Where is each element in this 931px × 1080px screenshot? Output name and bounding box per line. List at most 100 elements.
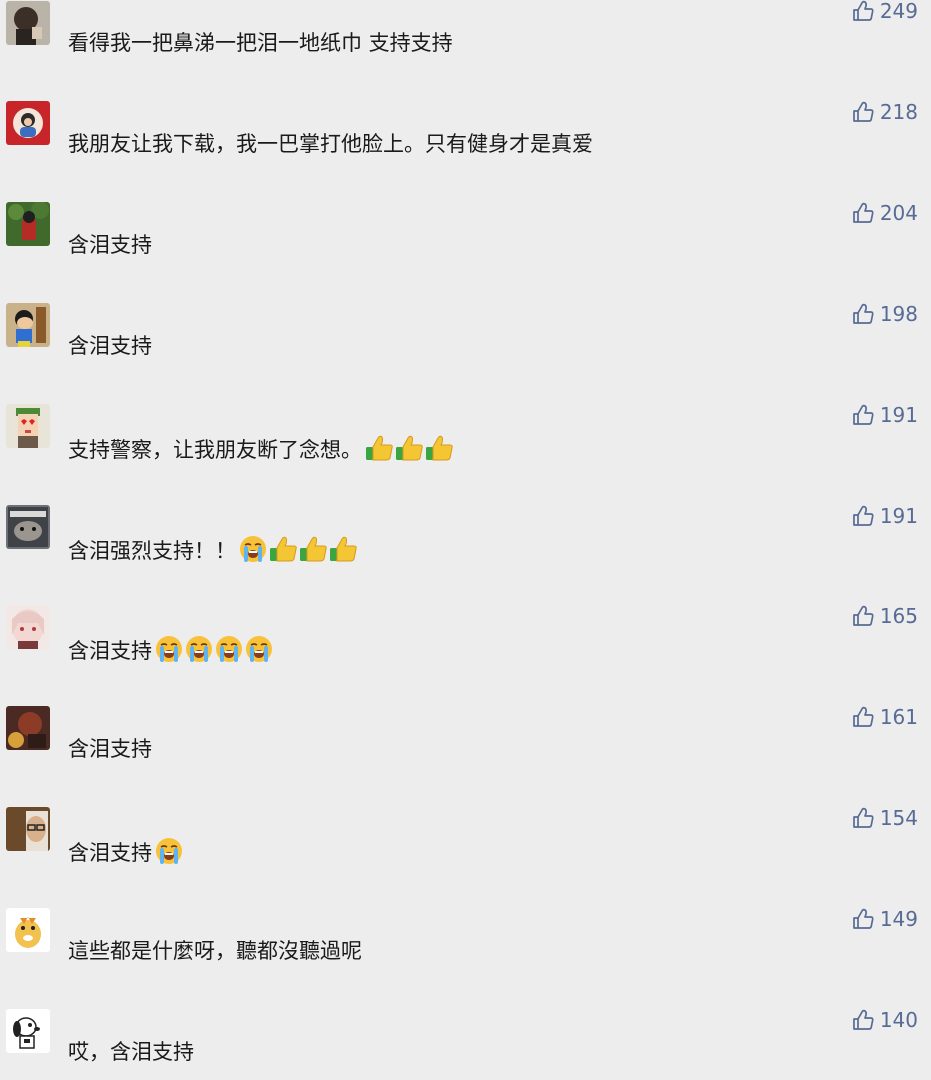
comment-item: 含泪支持 204 (0, 200, 931, 303)
comment-text: 我朋友让我下载，我一巴掌打他脸上。只有健身才是真爱 (68, 130, 593, 158)
like-count: 204 (879, 201, 918, 225)
comment-text: 哎，含泪支持 (68, 1038, 194, 1066)
thumbs-up-icon (852, 404, 874, 426)
thumbs-up-emoji (394, 433, 424, 463)
thumbs-up-icon (852, 908, 874, 930)
like-button[interactable]: 249 (852, 0, 918, 24)
comment-text-content: 含泪强烈支持！！ (68, 539, 236, 563)
loudly-crying-emoji (238, 534, 268, 564)
comment-text-content: 含泪支持 (68, 841, 152, 865)
comment-item: 含泪支持 161 (0, 704, 931, 807)
comment-text: 含泪支持 (68, 735, 152, 763)
avatar[interactable] (6, 505, 50, 549)
thumbs-up-emoji (424, 433, 454, 463)
comment-item: 哎，含泪支持 140 (0, 1007, 931, 1080)
comment-item: 我朋友让我下载，我一巴掌打他脸上。只有健身才是真爱 218 (0, 99, 931, 202)
comment-text: 含泪强烈支持！！ (68, 534, 358, 565)
loudly-crying-emoji (214, 634, 244, 664)
thumbs-up-emoji (268, 534, 298, 564)
avatar[interactable] (6, 908, 50, 952)
comment-text-content: 看得我一把鼻涕一把泪一地纸巾 支持支持 (68, 31, 453, 55)
loudly-crying-emoji (244, 634, 274, 664)
comment-text: 含泪支持 (68, 231, 152, 259)
comment-list: 看得我一把鼻涕一把泪一地纸巾 支持支持 249 我朋友让我下载，我一巴掌打他脸上。只… (0, 0, 931, 1080)
avatar[interactable] (6, 1, 50, 45)
comment-text: 支持警察，让我朋友断了念想。 (68, 433, 454, 464)
thumbs-up-icon (852, 605, 874, 627)
avatar-yellow-dino (6, 908, 50, 952)
avatar[interactable] (6, 404, 50, 448)
avatar[interactable] (6, 101, 50, 145)
like-button[interactable]: 161 (852, 704, 918, 730)
comment-text-content: 含泪支持 (68, 737, 152, 761)
comment-text: 看得我一把鼻涕一把泪一地纸巾 支持支持 (68, 29, 453, 57)
comment-text-content: 哎，含泪支持 (68, 1040, 194, 1064)
comment-text: 含泪支持 (68, 836, 184, 867)
loudly-crying-emoji (184, 634, 214, 664)
thumbs-up-emoji (328, 534, 358, 564)
avatar-red-portrait (6, 101, 50, 145)
like-count: 191 (879, 504, 918, 528)
avatar-green-outdoor (6, 202, 50, 246)
avatar-dark-portrait (6, 1, 50, 45)
like-button[interactable]: 204 (852, 200, 918, 226)
like-button[interactable]: 218 (852, 99, 918, 125)
avatar[interactable] (6, 202, 50, 246)
thumbs-up-icon (852, 101, 874, 123)
avatar[interactable] (6, 1009, 50, 1053)
comment-text-content: 這些都是什麼呀，聽都沒聽過呢 (68, 939, 362, 963)
like-count: 198 (879, 302, 918, 326)
like-button[interactable]: 140 (852, 1007, 918, 1033)
thumbs-up-icon (852, 807, 874, 829)
like-count: 149 (879, 907, 918, 931)
comment-item: 含泪支持 165 (0, 603, 931, 706)
avatar-anime-girl (6, 605, 50, 649)
avatar[interactable] (6, 807, 50, 851)
like-button[interactable]: 149 (852, 906, 918, 932)
comment-item: 這些都是什麼呀，聽都沒聽過呢 149 (0, 906, 931, 1009)
like-count: 249 (879, 0, 918, 23)
like-button[interactable]: 191 (852, 402, 918, 428)
emoji-group (238, 534, 358, 564)
avatar[interactable] (6, 303, 50, 347)
comment-text-content: 含泪支持 (68, 334, 152, 358)
thumbs-up-icon (852, 303, 874, 325)
like-count: 140 (879, 1008, 918, 1032)
avatar-cat (6, 505, 50, 549)
avatar-cartoon-boy (6, 303, 50, 347)
comment-item: 支持警察，让我朋友断了念想。 191 (0, 402, 931, 505)
avatar[interactable] (6, 706, 50, 750)
comment-item: 含泪支持 198 (0, 301, 931, 404)
thumbs-up-icon (852, 202, 874, 224)
comment-text: 含泪支持 (68, 634, 274, 665)
thumbs-up-emoji (364, 433, 394, 463)
emoji-group (364, 433, 454, 463)
thumbs-up-icon (852, 505, 874, 527)
loudly-crying-emoji (154, 634, 184, 664)
like-count: 165 (879, 604, 918, 628)
comment-item: 含泪强烈支持！！ 191 (0, 503, 931, 606)
like-button[interactable]: 191 (852, 503, 918, 529)
comment-item: 看得我一把鼻涕一把泪一地纸巾 支持支持 249 (0, 0, 931, 101)
like-count: 191 (879, 403, 918, 427)
thumbs-up-emoji (298, 534, 328, 564)
comment-text-content: 我朋友让我下载，我一巴掌打他脸上。只有健身才是真爱 (68, 132, 593, 156)
like-count: 161 (879, 705, 918, 729)
comment-text: 含泪支持 (68, 332, 152, 360)
like-button[interactable]: 165 (852, 603, 918, 629)
avatar[interactable] (6, 605, 50, 649)
like-button[interactable]: 198 (852, 301, 918, 327)
like-button[interactable]: 154 (852, 805, 918, 831)
comment-item: 含泪支持 154 (0, 805, 931, 908)
comment-text-content: 含泪支持 (68, 639, 152, 663)
thumbs-up-icon (852, 706, 874, 728)
avatar-snoopy (6, 1009, 50, 1053)
loudly-crying-emoji (154, 836, 184, 866)
comment-text-content: 含泪支持 (68, 233, 152, 257)
avatar-dark-red (6, 706, 50, 750)
like-count: 218 (879, 100, 918, 124)
thumbs-up-icon (852, 0, 874, 22)
emoji-group (154, 634, 274, 664)
avatar-man-glasses (6, 807, 50, 851)
avatar-cartoon-heart-eyes (6, 404, 50, 448)
